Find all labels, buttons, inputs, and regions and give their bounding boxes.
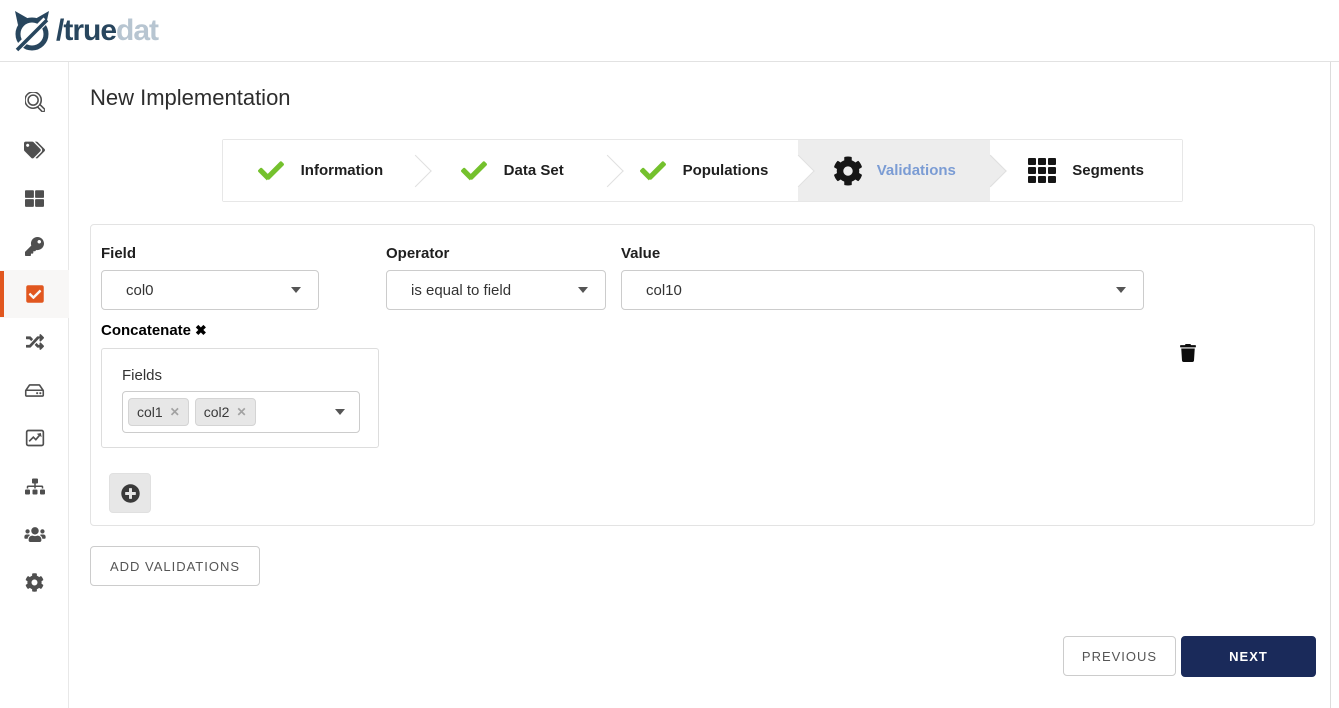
users-icon: [24, 526, 46, 543]
operator-select-value: is equal to field: [411, 282, 511, 299]
page-title: New Implementation: [90, 85, 1339, 111]
wizard-footer-buttons: PREVIOUS NEXT: [1063, 636, 1316, 677]
field-label: Field: [101, 245, 319, 262]
step-label: Populations: [683, 162, 769, 179]
trash-icon: [1180, 344, 1196, 362]
main-content: New Implementation Information Data Set …: [69, 62, 1339, 708]
field-tag-text: col1: [137, 404, 163, 420]
wizard-step-data-set[interactable]: Data Set: [415, 140, 607, 201]
wizard-step-segments[interactable]: Segments: [990, 140, 1182, 201]
chevron-down-icon: [578, 287, 588, 293]
owl-logo-icon: [10, 10, 54, 52]
step-label: Data Set: [504, 162, 564, 179]
key-icon: [25, 237, 44, 256]
app-window: /truedat: [0, 0, 1339, 708]
value-select-value: col10: [646, 282, 682, 299]
field-tag: col2 ✕: [195, 398, 256, 426]
next-button[interactable]: NEXT: [1181, 636, 1316, 677]
search-icon: [25, 92, 45, 112]
sidebar-item-tags[interactable]: [0, 126, 69, 174]
check-icon: [255, 158, 287, 184]
remove-concatenate-icon[interactable]: ✖: [195, 322, 207, 339]
chevron-down-icon: [335, 409, 345, 415]
sidebar-item-quality[interactable]: [0, 270, 69, 318]
chevron-down-icon: [1116, 287, 1126, 293]
operator-group: Operator is equal to field: [386, 245, 606, 310]
step-label: Information: [301, 162, 384, 179]
check-icon: [458, 158, 490, 184]
value-select[interactable]: col10: [621, 270, 1144, 310]
chevron-down-icon: [291, 287, 301, 293]
delete-validation-button[interactable]: [1177, 342, 1199, 364]
wizard-step-validations[interactable]: Validations: [798, 140, 990, 201]
check-icon: [637, 158, 669, 184]
add-validations-button[interactable]: ADD VALIDATIONS: [90, 546, 260, 586]
step-label: Validations: [877, 162, 956, 179]
sidebar-item-users[interactable]: [0, 510, 69, 558]
concatenate-fields-box: Fields col1 ✕ col2 ✕: [101, 348, 379, 448]
chart-line-icon: [25, 428, 45, 448]
truedat-logo[interactable]: /truedat: [10, 10, 158, 52]
step-label: Segments: [1072, 162, 1144, 179]
logo-primary: true: [63, 14, 116, 47]
value-group: Value col10: [621, 245, 1144, 310]
field-group: Field col0: [101, 245, 319, 310]
gear-icon: [833, 156, 863, 186]
add-condition-button[interactable]: [109, 473, 151, 513]
logo-secondary: dat: [116, 14, 158, 47]
sidebar-item-settings[interactable]: [0, 558, 69, 606]
plus-circle-icon: [121, 484, 140, 503]
fields-multiselect[interactable]: col1 ✕ col2 ✕: [122, 391, 360, 433]
wizard-step-information[interactable]: Information: [223, 140, 415, 201]
gear-icon: [25, 573, 44, 592]
field-tag: col1 ✕: [128, 398, 189, 426]
sidebar-item-permissions[interactable]: [0, 222, 69, 270]
concatenate-row: Concatenate ✖: [101, 322, 1314, 339]
field-select[interactable]: col0: [101, 270, 319, 310]
concatenate-label: Concatenate: [101, 322, 191, 339]
operator-label: Operator: [386, 245, 606, 262]
wizard-step-populations[interactable]: Populations: [607, 140, 799, 201]
validation-card: Field col0 Operator is equal to field Va…: [90, 224, 1315, 526]
validation-condition-row: Field col0 Operator is equal to field Va…: [91, 225, 1314, 310]
remove-tag-icon[interactable]: ✕: [170, 405, 180, 419]
shuffle-icon: [25, 333, 45, 351]
grid-3x3-icon: [1028, 156, 1058, 186]
operator-select[interactable]: is equal to field: [386, 270, 606, 310]
app-header: /truedat: [0, 0, 1339, 62]
drive-icon: [24, 382, 45, 399]
sidebar-item-sources[interactable]: [0, 366, 69, 414]
wizard-steps: Information Data Set Populations Validat…: [222, 139, 1183, 202]
fields-label: Fields: [122, 367, 378, 384]
sidebar-item-taxonomy[interactable]: [0, 462, 69, 510]
value-label: Value: [621, 245, 1144, 262]
sidebar-item-lineage[interactable]: [0, 318, 69, 366]
previous-button[interactable]: PREVIOUS: [1063, 636, 1176, 676]
sitemap-icon: [25, 478, 45, 495]
field-select-value: col0: [126, 282, 154, 299]
sidebar-item-catalog[interactable]: [0, 174, 69, 222]
logo-text: /truedat: [56, 16, 158, 46]
tags-icon: [24, 141, 45, 159]
scrollbar-track[interactable]: [1330, 62, 1331, 708]
sidebar-nav: [0, 62, 69, 708]
sidebar-item-dashboards[interactable]: [0, 414, 69, 462]
check-square-icon: [25, 284, 45, 304]
remove-tag-icon[interactable]: ✕: [236, 405, 246, 419]
field-tag-text: col2: [204, 404, 230, 420]
grid-large-icon: [25, 189, 44, 208]
sidebar-item-search[interactable]: [0, 78, 69, 126]
